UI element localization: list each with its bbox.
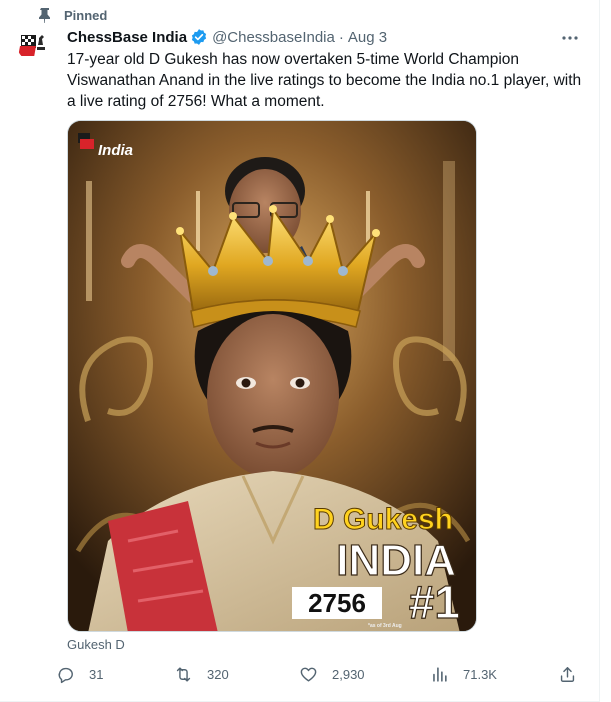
user-handle[interactable]: @ChessbaseIndia	[212, 29, 335, 46]
reply-count: 31	[89, 666, 104, 682]
share-icon	[560, 666, 575, 682]
display-name[interactable]: ChessBase India	[67, 29, 187, 46]
heart-icon	[300, 667, 317, 682]
footnote: *as of 3rd Aug	[368, 623, 402, 629]
avatar[interactable]	[17, 29, 49, 61]
logo-text: India	[98, 142, 133, 159]
tweet-card[interactable]: Pinned ChessBase India @ChessbaseIndia ·…	[0, 0, 600, 702]
action-bar: 31 320 2,930 71.3K	[56, 661, 586, 687]
like-button[interactable]: 2,930	[299, 661, 365, 687]
tweet-header: ChessBase India @ChessbaseIndia · Aug 3	[67, 27, 387, 47]
chessbase-logo	[18, 35, 45, 56]
views-count: 71.3K	[463, 666, 497, 682]
views-button[interactable]: 71.3K	[430, 661, 497, 687]
retweet-icon	[176, 666, 191, 682]
rating-badge: 2756	[308, 588, 366, 618]
tweet-date[interactable]: Aug 3	[348, 29, 387, 46]
retweet-button[interactable]: 320	[174, 661, 229, 687]
pinned-indicator: Pinned	[38, 6, 107, 24]
tweet-text: 17-year old D Gukesh has now overtaken 5…	[67, 51, 582, 110]
pinned-label: Pinned	[64, 7, 108, 23]
like-count: 2,930	[332, 666, 365, 682]
views-chart-icon	[433, 666, 447, 682]
share-button[interactable]	[558, 661, 577, 687]
reply-icon	[58, 667, 73, 683]
more-options-icon[interactable]	[560, 28, 580, 48]
reply-button[interactable]: 31	[56, 661, 103, 687]
pin-icon	[39, 8, 50, 23]
header-separator: ·	[338, 28, 344, 46]
retweet-count: 320	[207, 666, 229, 682]
rank-label: #1	[409, 576, 460, 628]
tweet-image[interactable]: India D Gukesh INDIA 2756 #1 *as of 3rd …	[67, 120, 477, 632]
verified-badge-icon	[191, 29, 207, 45]
tagged-user[interactable]: Gukesh D	[67, 637, 125, 652]
headline-name: D Gukesh	[313, 503, 453, 536]
